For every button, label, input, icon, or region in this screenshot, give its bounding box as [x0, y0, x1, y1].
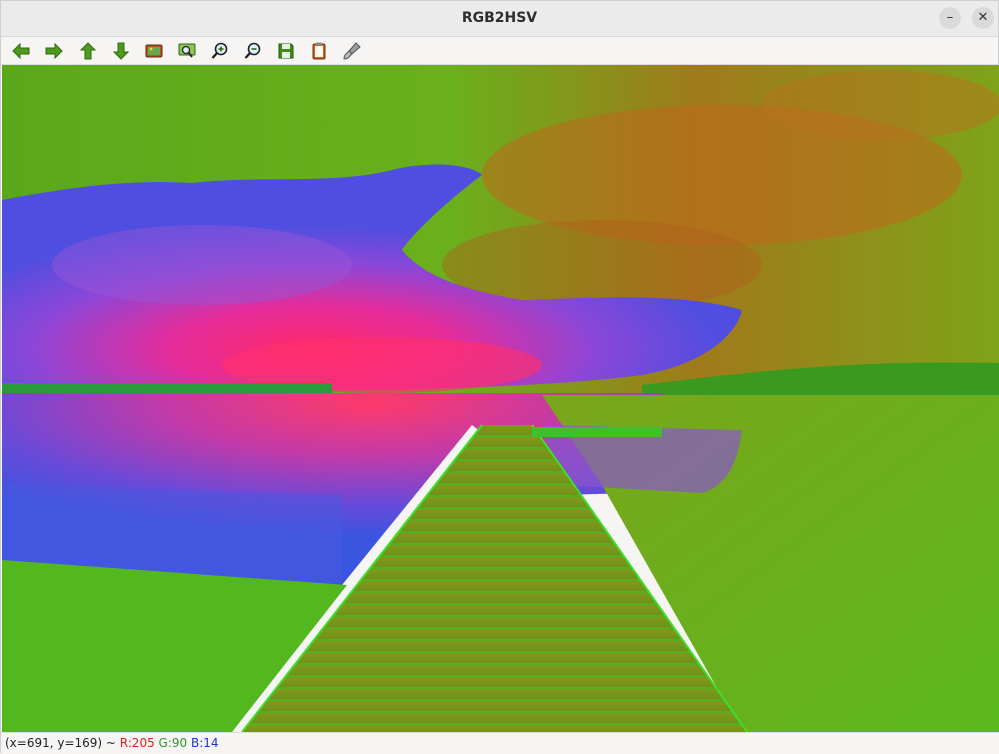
toolbar	[1, 37, 998, 65]
window-title: RGB2HSV	[461, 10, 538, 26]
pan-up-button[interactable]	[77, 40, 99, 62]
arrow-down-icon	[112, 42, 130, 60]
arrow-up-icon	[79, 42, 97, 60]
image-icon	[145, 44, 163, 58]
arrow-right-icon	[45, 42, 63, 60]
pan-right-button[interactable]	[43, 40, 65, 62]
zoom-image-button[interactable]	[143, 40, 165, 62]
image-canvas[interactable]	[2, 65, 999, 732]
copy-button[interactable]	[308, 40, 330, 62]
status-bar: (x=691, y=169) ~ R:205 G:90 B:14	[1, 732, 999, 754]
save-button[interactable]	[275, 40, 297, 62]
title-bar[interactable]: RGB2HSV – ✕	[1, 1, 998, 37]
pan-left-button[interactable]	[10, 40, 32, 62]
close-button[interactable]: ✕	[972, 7, 994, 29]
zoom-region-icon	[178, 43, 196, 58]
save-icon	[278, 43, 294, 59]
zoom-out-icon	[244, 42, 261, 59]
properties-button[interactable]	[341, 40, 363, 62]
zoom-in-button[interactable]	[209, 40, 231, 62]
app-window: RGB2HSV – ✕ (x=691, y=169) ~ R:205 G:90 …	[0, 0, 999, 754]
cursor-coords: (x=691, y=169) ~	[5, 736, 120, 750]
zoom-out-button[interactable]	[242, 40, 264, 62]
pixel-green-value: G:90	[158, 736, 188, 750]
hsv-image	[2, 65, 999, 732]
brush-icon	[343, 42, 361, 60]
pan-down-button[interactable]	[110, 40, 132, 62]
arrow-left-icon	[12, 42, 30, 60]
zoom-in-icon	[211, 42, 228, 59]
clipboard-icon	[312, 42, 326, 60]
zoom-region-button[interactable]	[176, 40, 198, 62]
minimize-button[interactable]: –	[939, 7, 961, 29]
pixel-blue-value: B:14	[191, 736, 219, 750]
pixel-red-value: R:205	[119, 736, 155, 750]
